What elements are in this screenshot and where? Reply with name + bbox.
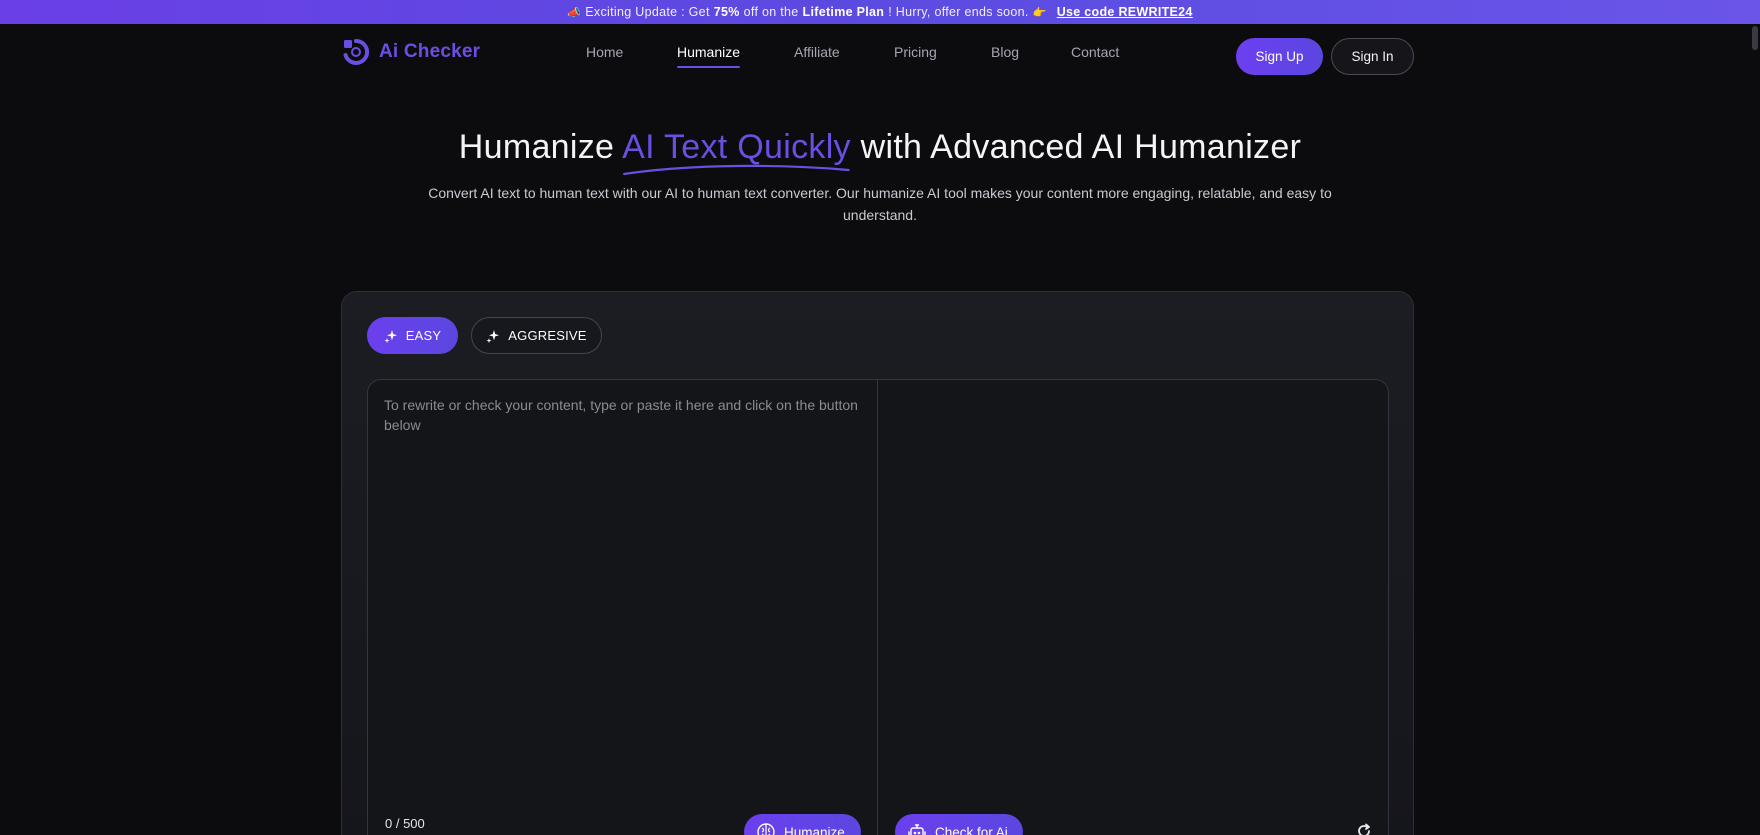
check-ai-label: Check for Ai <box>935 824 1008 835</box>
nav-humanize[interactable]: Humanize <box>677 44 741 68</box>
title-after: with Advanced AI Humanizer <box>850 128 1302 166</box>
promo-code-link[interactable]: Use code REWRITE24 <box>1057 5 1193 19</box>
brain-icon <box>757 823 775 835</box>
page-subtitle: Convert AI text to human text with our A… <box>428 185 1332 223</box>
promo-plan: Lifetime Plan <box>802 5 885 19</box>
sparkle-icon <box>486 329 500 343</box>
content-input[interactable] <box>384 395 864 795</box>
editor-divider <box>877 380 878 835</box>
promo-middle: off on the <box>743 5 799 19</box>
underline-swoosh-icon <box>623 164 850 176</box>
sparkle-icon <box>384 329 397 343</box>
nav-contact[interactable]: Contact <box>1071 44 1119 60</box>
humanize-button[interactable]: Humanize <box>744 814 861 835</box>
site-logo[interactable]: Ai Checker <box>341 37 480 67</box>
character-counter: 0 / 500 <box>385 816 425 831</box>
nav-affiliate[interactable]: Affiliate <box>794 44 840 60</box>
page-title: Humanize AI Text Quickly with Advanced A… <box>0 128 1760 176</box>
hand-pointing-icon: 👉 <box>1032 6 1047 19</box>
check-ai-button[interactable]: Check for Ai <box>895 814 1023 835</box>
refresh-icon[interactable] <box>1356 823 1372 835</box>
sign-in-button[interactable]: Sign In <box>1331 38 1414 75</box>
title-accent: AI Text Quickly <box>622 128 851 176</box>
nav-blog[interactable]: Blog <box>991 44 1019 60</box>
mode-easy-button[interactable]: EASY <box>367 317 458 354</box>
mode-aggressive-button[interactable]: AGGRESIVE <box>471 317 602 354</box>
humanize-label: Humanize <box>784 824 845 835</box>
logo-text: Ai Checker <box>379 41 481 62</box>
promo-tail: ! Hurry, offer ends soon. <box>888 5 1029 19</box>
promo-discount: 75% <box>713 5 740 19</box>
scrollbar-thumb[interactable] <box>1752 26 1758 50</box>
title-before: Humanize <box>458 128 623 166</box>
promo-lead: Exciting Update : Get <box>585 5 710 19</box>
nav-home[interactable]: Home <box>586 44 623 60</box>
title-accent-text: AI Text Quickly <box>622 128 851 166</box>
nav-pricing[interactable]: Pricing <box>894 44 937 60</box>
robot-icon <box>908 824 926 835</box>
megaphone-icon: 📣 <box>567 6 582 19</box>
promo-banner: 📣 Exciting Update : Get 75% off on the L… <box>0 0 1760 24</box>
mode-aggressive-label: AGGRESIVE <box>508 328 587 343</box>
logo-icon <box>343 38 370 65</box>
sign-up-button[interactable]: Sign Up <box>1236 38 1323 75</box>
mode-easy-label: EASY <box>405 328 442 343</box>
